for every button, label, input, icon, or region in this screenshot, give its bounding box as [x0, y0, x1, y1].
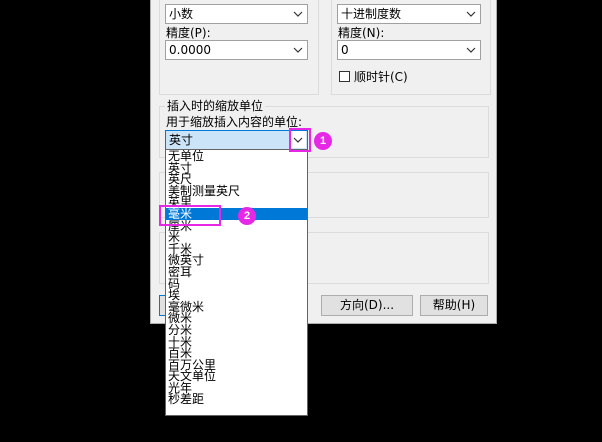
chevron-down-icon	[462, 5, 480, 23]
chevron-down-icon	[462, 41, 480, 59]
dropdown-option[interactable]: 分米	[166, 324, 307, 337]
dropdown-option[interactable]: 密耳	[166, 266, 307, 279]
length-precision-select[interactable]: 0.0000	[165, 40, 308, 60]
clockwise-label[interactable]: 顺时针(C)	[354, 70, 408, 84]
insert-scale-dropdown: 无单位 英寸 英尺 美制测量英尺 英里 毫米 厘米米千米 微英寸 密耳码埃毫微米 微米 分米 十米 百米…	[165, 149, 308, 416]
help-button[interactable]: 帮助(H)	[420, 295, 488, 316]
clockwise-checkbox[interactable]	[339, 71, 350, 82]
angle-precision-label: 精度(N):	[338, 26, 385, 40]
angle-type-select[interactable]: 十进制度数	[337, 4, 481, 24]
dropdown-option[interactable]: 码	[166, 277, 307, 290]
dropdown-option[interactable]: 百米	[166, 347, 307, 360]
direction-button[interactable]: 方向(D)...	[321, 295, 413, 316]
annotation-badge-1: 1	[314, 132, 332, 150]
angle-type-value: 十进制度数	[341, 7, 402, 21]
angle-precision-select[interactable]: 0	[337, 40, 481, 60]
highlight-dropdown-arrow	[289, 128, 311, 152]
length-type-select[interactable]: 小数	[165, 4, 308, 24]
dropdown-option[interactable]: 米	[166, 231, 307, 244]
length-precision-label: 精度(P):	[166, 26, 211, 40]
dropdown-option[interactable]: 埃	[166, 289, 307, 302]
insert-scale-value: 英寸	[169, 133, 194, 147]
dropdown-option[interactable]: 无单位	[166, 150, 307, 162]
highlight-selected-option	[159, 205, 221, 226]
length-type-value: 小数	[169, 7, 194, 21]
chevron-down-icon	[289, 41, 307, 59]
annotation-badge-2: 2	[238, 207, 256, 225]
insert-scale-label: 用于缩放插入内容的单位:	[166, 115, 303, 129]
dropdown-option[interactable]: 秒差距	[166, 393, 307, 406]
angle-precision-value: 0	[341, 43, 349, 57]
insert-scale-title: 插入时的缩放单位	[165, 99, 266, 113]
length-precision-value: 0.0000	[169, 43, 211, 57]
insert-scale-select[interactable]: 英寸	[165, 130, 308, 150]
chevron-down-icon	[289, 5, 307, 23]
